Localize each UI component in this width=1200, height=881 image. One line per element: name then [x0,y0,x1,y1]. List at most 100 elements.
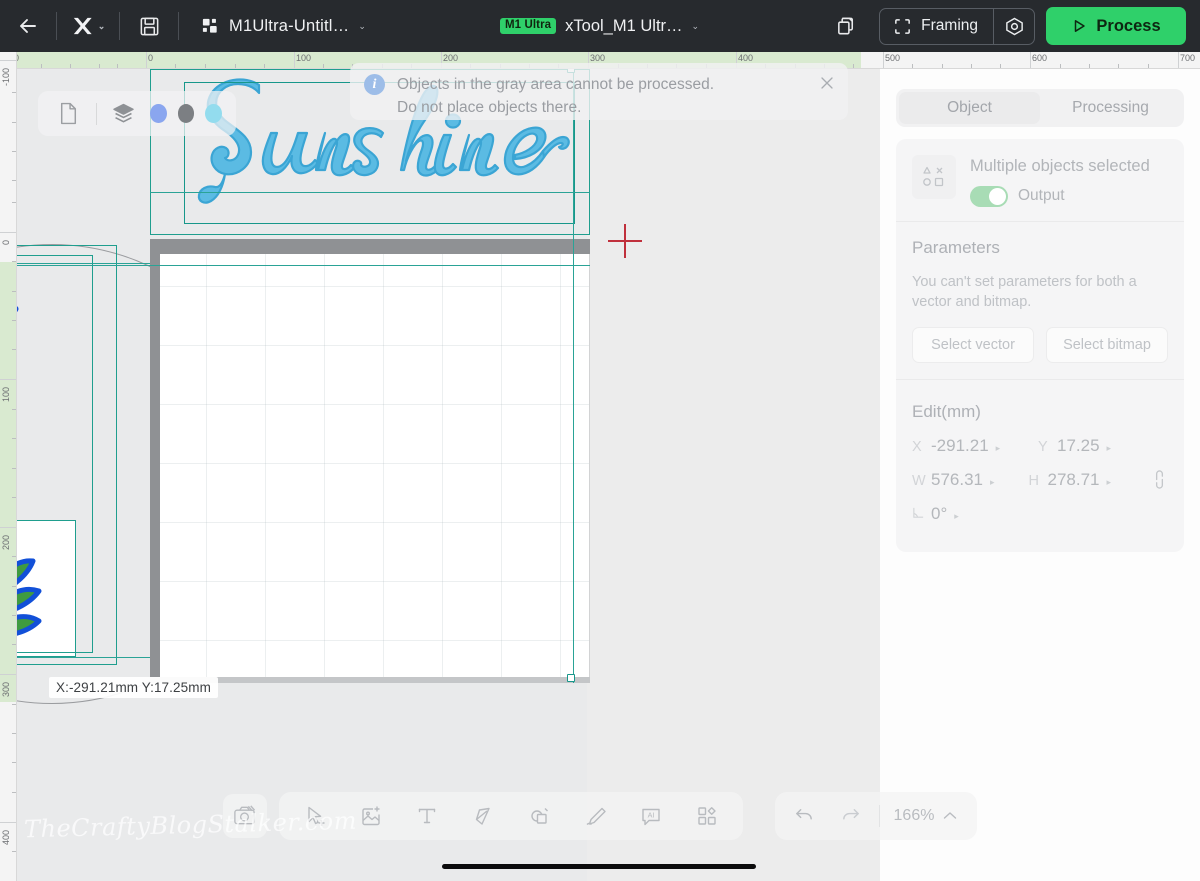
file-button[interactable] [52,102,85,125]
parameters-title: Parameters [912,237,1000,257]
bed-grid [150,239,589,683]
top-toolbar: ⌄ M1Ultra-Untitl… ⌄ M1 Ultra xTool_M1 Ul… [0,0,1200,52]
framing-label: Framing [921,17,979,34]
zoom-level-label: 166% [893,806,935,824]
field-width-arrow-icon: ▸ [990,476,995,487]
project-name-label: M1Ultra-Untitl… [229,16,350,35]
tab-processing[interactable]: Processing [1040,92,1181,124]
ai-panel-button[interactable]: AI [625,796,677,836]
guide-line-horizontal [17,265,590,266]
locate-target-button[interactable] [994,9,1034,44]
field-x-value: -291.21 [931,435,989,455]
file-page-icon [60,102,77,125]
shapes-tool-button[interactable] [513,796,565,836]
divider [896,220,1184,222]
close-banner-button[interactable] [820,76,834,90]
play-triangle-icon [1075,20,1086,32]
output-toggle[interactable] [970,185,1008,207]
draw-pencil-button[interactable] [569,796,621,836]
edit-row-rotation: 0° ▸ [912,504,1168,524]
object-title: Multiple objects selected [970,157,1150,175]
close-x-icon [821,77,833,89]
field-x[interactable]: X -291.21 ▸ [912,436,1038,456]
elements-grid-icon [697,806,716,825]
process-button[interactable]: Process [1046,7,1187,45]
color-swatch-blue[interactable] [149,104,167,123]
edit-row-position: X -291.21 ▸ Y 17.25 ▸ [912,436,1168,456]
panel-tabs: Object Processing [896,89,1184,127]
zoom-level-button[interactable]: 166% [886,807,970,825]
framing-group: Framing [879,7,1036,45]
select-vector-button[interactable]: Select vector [912,326,1034,363]
field-width-value: 576.31 [931,469,983,489]
duplicate-button[interactable] [819,0,873,52]
chain-link-glyph [1155,470,1164,490]
ruler-v-label: 100 [1,386,11,402]
back-button[interactable] [0,0,56,52]
process-label: Process [1096,16,1161,35]
field-height[interactable]: H 278.71 ▸ [1029,470,1146,490]
field-rotation-arrow-icon: ▸ [954,510,959,521]
field-y-arrow-icon: ▸ [1106,442,1112,453]
layers-stack-icon [113,103,134,123]
color-swatch-gray[interactable] [177,104,195,123]
object-thumbnail [912,155,956,199]
arrow-left-icon [20,19,36,33]
field-width[interactable]: W 576.31 ▸ [912,470,1029,490]
guide-line-horizontal [17,263,167,264]
ruler-h-label: 100 [296,53,312,63]
edit-section: Edit(mm) X -291.21 ▸ Y 17.25 ▸ W 576.31 … [912,380,1168,524]
draw-pencil-icon [586,807,606,825]
target-locate-icon [1005,17,1023,35]
pen-path-tool-button[interactable] [457,796,509,836]
rotate-angle-glyph [913,507,924,518]
laser-origin-crosshair[interactable] [608,224,642,258]
field-y[interactable]: Y 17.25 ▸ [1038,436,1164,456]
floppy-save-icon [140,17,158,35]
parameters-hint: You can't set parameters for both a vect… [912,273,1137,311]
warning-banner-text: Objects in the gray area cannot be proce… [397,74,808,120]
select-bitmap-button[interactable]: Select bitmap [1046,326,1168,363]
tab-object[interactable]: Object [899,92,1040,124]
coordinate-readout: X:-291.21mm Y:17.25mm [49,677,218,698]
text-tool-icon [418,808,435,823]
grid-blocks-icon [202,18,217,33]
field-rotation[interactable]: 0° ▸ [912,504,1038,524]
text-tool-button[interactable] [401,796,453,836]
secondary-sheet [17,520,76,657]
field-height-value: 278.71 [1047,469,1100,489]
guide-line-vertical [573,69,574,683]
ruler-h-label: 400 [738,53,754,63]
object-card: Multiple objects selected Output Paramet… [896,139,1184,552]
guide-line-horizontal [150,192,590,193]
ruler-v-label: 200 [1,534,11,550]
elements-grid-button[interactable] [681,796,733,836]
project-name-dropdown[interactable]: M1Ultra-Untitl… ⌄ [179,0,380,52]
output-toggle-label: Output [1018,187,1065,205]
chain-link-icon[interactable] [1151,470,1168,490]
ruler-h-label: 500 [885,53,901,63]
laser-bed-workarea[interactable] [150,239,590,683]
ai-panel-icon: AI [641,808,660,825]
vertical-ruler[interactable]: -100 0 100 200 300 400 [0,52,17,881]
undo-button[interactable] [783,796,827,836]
ruler-h-label: 700 [1180,53,1196,63]
save-button[interactable] [120,0,178,52]
field-rotation-value: 0° [931,503,948,523]
properties-panel: Object Processing Multiple objects selec… [880,69,1200,881]
ruler-bed-range [0,262,16,702]
device-caret-icon: ⌄ [691,20,700,31]
layers-button[interactable] [108,102,139,125]
resize-handle-bottom-right[interactable] [567,674,575,682]
edit-row-size: W 576.31 ▸ H 278.71 ▸ [912,470,1168,490]
device-selector[interactable]: M1 Ultra xTool_M1 Ultr… ⌄ [499,17,700,36]
bed-top-gray-strip [150,239,590,254]
bed-left-gray-strip [150,239,160,683]
redo-button[interactable] [829,796,873,836]
duplicate-layers-icon [837,17,853,34]
color-swatch-cyan[interactable] [205,104,222,123]
framing-button[interactable]: Framing [880,9,993,44]
brand-menu-button[interactable]: ⌄ [57,0,119,52]
output-toggle-row: Output [970,185,1168,207]
rotate-icon [912,506,924,519]
